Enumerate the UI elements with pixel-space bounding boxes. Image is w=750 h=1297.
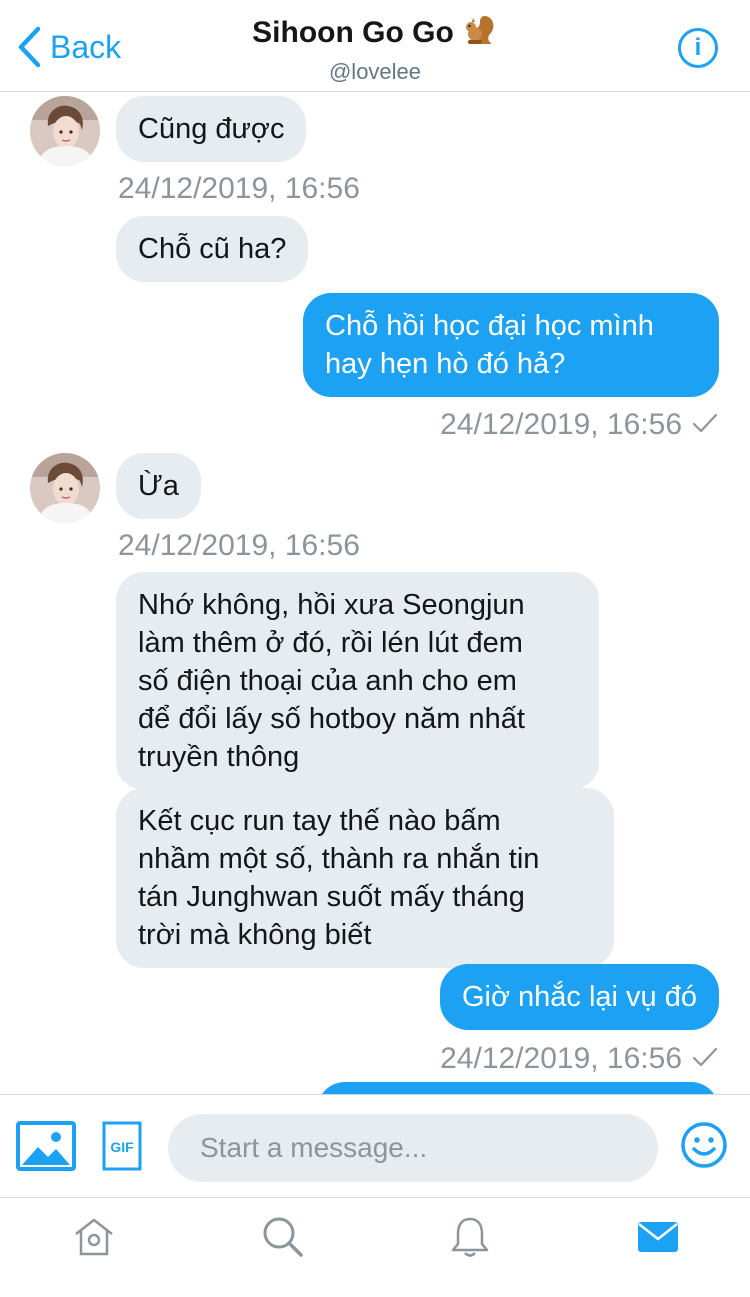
contact-avatar[interactable] <box>30 453 100 523</box>
chevron-left-icon <box>16 24 46 70</box>
bottom-tab-bar <box>0 1197 750 1297</box>
message-thread[interactable]: Cũng được 24/12/2019, 16:56 Chỗ cũ ha? C… <box>0 92 750 1094</box>
conversation-handle: @lovelee <box>328 59 422 84</box>
timestamp-text: 24/12/2019, 16:56 <box>440 1042 682 1075</box>
notifications-icon[interactable] <box>448 1214 492 1258</box>
conversation-header: Back Sihoon Go Go @lovelee i <box>0 0 750 92</box>
image-icon[interactable] <box>16 1121 76 1171</box>
back-button[interactable]: Back <box>16 24 121 70</box>
home-icon[interactable] <box>72 1214 116 1258</box>
message-timestamp-read: 24/12/2019, 16:56 <box>440 1042 718 1076</box>
message-input[interactable] <box>168 1114 658 1182</box>
gif-button[interactable]: GIF <box>102 1121 142 1171</box>
search-icon[interactable] <box>260 1214 304 1258</box>
message-composer: GIF <box>0 1094 750 1197</box>
emoji-icon[interactable] <box>680 1121 728 1169</box>
message-bubble-incoming[interactable]: Nhớ không, hồi xưa Seongjun làm thêm ở đ… <box>116 572 599 790</box>
dm-conversation-screen: Back Sihoon Go Go @lovelee i Cũng được 2… <box>0 0 750 1297</box>
message-bubble-incoming[interactable]: Cũng được <box>116 96 307 162</box>
message-bubble-incoming[interactable]: Chỗ cũ ha? <box>116 216 309 282</box>
message-bubble-outgoing[interactable]: Chỗ hồi học đại học mình hay hẹn hò đó h… <box>303 293 719 397</box>
info-icon[interactable]: i <box>678 28 718 68</box>
messages-icon[interactable] <box>636 1214 680 1258</box>
message-timestamp-read: 24/12/2019, 16:56 <box>440 408 718 442</box>
back-label: Back <box>50 28 122 65</box>
timestamp-text: 24/12/2019, 16:56 <box>440 408 682 441</box>
contact-avatar[interactable] <box>30 96 100 166</box>
conversation-title-block[interactable]: Sihoon Go Go @lovelee <box>175 12 575 85</box>
message-timestamp: 24/12/2019, 16:56 <box>118 172 360 205</box>
read-check-icon <box>692 408 718 442</box>
message-bubble-incoming[interactable]: Kết cục run tay thế nào bấm nhầm một số,… <box>116 788 614 968</box>
conversation-title: Sihoon Go Go <box>252 15 454 49</box>
message-bubble-outgoing-partial[interactable] <box>317 1082 719 1094</box>
gif-label: GIF <box>110 1139 134 1155</box>
squirrel-emoji-icon <box>462 12 498 53</box>
message-bubble-outgoing[interactable]: Giờ nhắc lại vụ đó <box>439 964 719 1030</box>
message-bubble-incoming[interactable]: Ừa <box>116 453 201 519</box>
read-check-icon <box>692 1042 718 1076</box>
message-timestamp: 24/12/2019, 16:56 <box>118 529 360 562</box>
